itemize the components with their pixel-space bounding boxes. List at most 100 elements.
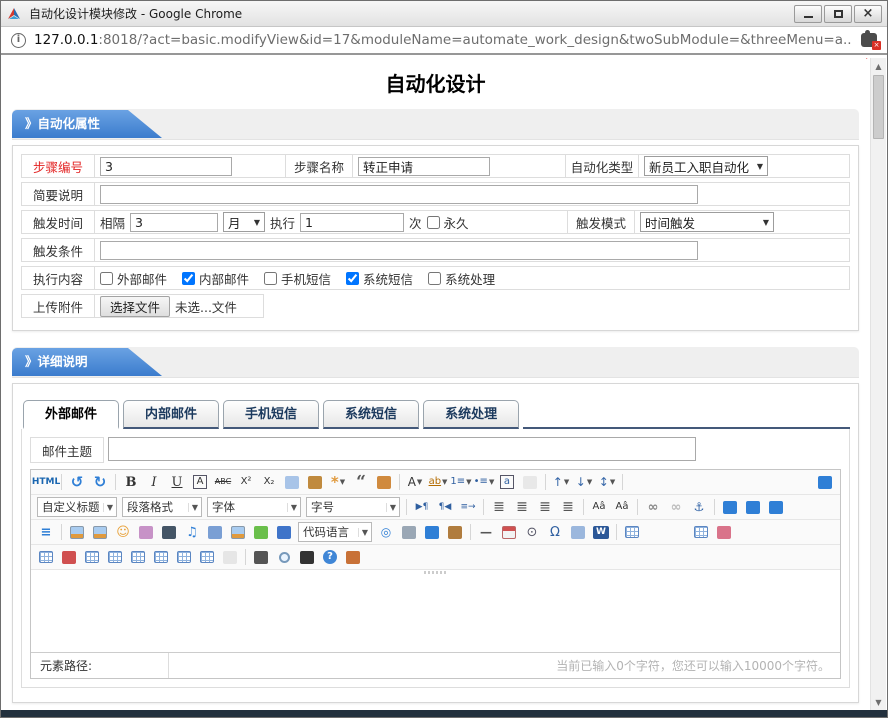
align-center-icon[interactable]: ≣: [511, 497, 533, 517]
editor-resize-grip[interactable]: [424, 571, 448, 574]
emoticon-icon[interactable]: ☺: [112, 522, 134, 542]
find-replace-icon[interactable]: [296, 547, 318, 567]
html-source-icon[interactable]: HTML: [35, 472, 57, 492]
paragraph-before-space-icon[interactable]: ↑▼: [550, 472, 572, 492]
trigger-mode-select[interactable]: 时间触发▼: [640, 212, 774, 232]
extension-puzzle-icon[interactable]: ×: [861, 33, 877, 47]
highlight-color-icon[interactable]: ab▼: [427, 472, 449, 492]
template-icon[interactable]: [421, 522, 443, 542]
rtl-icon[interactable]: ¶◀: [434, 497, 456, 517]
line-height-icon[interactable]: ↕▼: [596, 472, 618, 492]
step-no-input[interactable]: [100, 157, 232, 176]
editor-body[interactable]: [31, 570, 840, 652]
unlink-icon[interactable]: ∞: [665, 497, 687, 517]
anchor-icon[interactable]: ⚓: [688, 497, 710, 517]
delete-row-icon[interactable]: [58, 547, 80, 567]
vertical-scrollbar[interactable]: ▲ ▼: [870, 58, 886, 710]
exec-option-4[interactable]: 系统短信: [346, 269, 413, 288]
fullscreen-icon[interactable]: [814, 472, 836, 492]
exec-option-1[interactable]: 外部邮件: [100, 269, 167, 288]
auto-type-select[interactable]: 新员工入职自动化▼: [644, 156, 768, 176]
code-language-select[interactable]: 代码语言▼: [298, 522, 372, 542]
embed-media-icon[interactable]: [273, 522, 295, 542]
exec-option-3[interactable]: 手机短信: [264, 269, 331, 288]
insert-image-icon[interactable]: [66, 522, 88, 542]
insert-date-icon[interactable]: [498, 522, 520, 542]
split-col-icon[interactable]: [196, 547, 218, 567]
insert-music-icon[interactable]: ♫: [181, 522, 203, 542]
insert-col-right-icon[interactable]: [104, 547, 126, 567]
insert-table-icon[interactable]: [621, 522, 643, 542]
tab-4[interactable]: 系统短信: [323, 400, 419, 429]
special-char-icon[interactable]: Ω: [544, 522, 566, 542]
url-text[interactable]: 127.0.0.1:8018/?act=basic.modifyView&id=…: [34, 32, 853, 48]
site-info-icon[interactable]: i: [11, 33, 26, 48]
scroll-down-icon[interactable]: ▼: [871, 694, 886, 710]
insert-col-left-icon[interactable]: [35, 547, 57, 567]
choose-file-button[interactable]: 选择文件: [100, 296, 170, 317]
attachment-icon[interactable]: [204, 522, 226, 542]
insert-code-icon[interactable]: ◎: [375, 522, 397, 542]
italic-icon[interactable]: I: [143, 472, 165, 492]
tab-3[interactable]: 手机短信: [223, 400, 319, 429]
paragraph-format-select[interactable]: 段落格式▼: [122, 497, 202, 517]
exec-option-5[interactable]: 系统处理: [428, 269, 495, 288]
word-import-icon[interactable]: W: [590, 522, 612, 542]
paste-icon[interactable]: [342, 547, 364, 567]
scrollbar-thumb[interactable]: [873, 75, 884, 139]
align-right-icon[interactable]: ≣: [534, 497, 556, 517]
remote-image-icon[interactable]: [444, 522, 466, 542]
link-icon[interactable]: ∞: [642, 497, 664, 517]
minimize-button[interactable]: [794, 5, 822, 23]
paragraph-after-space-icon[interactable]: ↓▼: [573, 472, 595, 492]
address-bar[interactable]: i 127.0.0.1:8018/?act=basic.modifyView&i…: [1, 27, 887, 55]
custom-title-select[interactable]: 自定义标题▼: [37, 497, 117, 517]
exec-option-checkbox[interactable]: [428, 272, 441, 285]
ordered-list-icon[interactable]: 1≡▼: [450, 472, 472, 492]
multi-image-icon[interactable]: [89, 522, 111, 542]
forever-checkbox-input[interactable]: [427, 216, 440, 229]
anchor-a-icon[interactable]: a: [496, 472, 518, 492]
font-family-select[interactable]: 字体▼: [207, 497, 301, 517]
eraser-icon[interactable]: [281, 472, 303, 492]
insert-row-below-icon[interactable]: [127, 547, 149, 567]
exec-option-checkbox[interactable]: [100, 272, 113, 285]
forever-checkbox[interactable]: 永久: [427, 213, 469, 232]
tab-1[interactable]: 外部邮件: [23, 400, 119, 429]
new-doc-icon[interactable]: [519, 472, 541, 492]
tab-2[interactable]: 内部邮件: [123, 400, 219, 429]
font-size-select[interactable]: 字号▼: [306, 497, 400, 517]
scroll-up-icon[interactable]: ▲: [871, 58, 886, 74]
interval-unit-select[interactable]: 月▼: [223, 212, 265, 232]
subscript-icon[interactable]: X₂: [258, 472, 280, 492]
undo-icon[interactable]: ↺: [66, 472, 88, 492]
indent-icon[interactable]: ≡→: [457, 497, 479, 517]
screenshot-icon[interactable]: [567, 522, 589, 542]
split-row-icon[interactable]: [173, 547, 195, 567]
pagebreak-icon[interactable]: [398, 522, 420, 542]
insert-row-above-icon[interactable]: [690, 522, 712, 542]
table-properties-icon[interactable]: [667, 522, 689, 542]
exec-option-checkbox[interactable]: [346, 272, 359, 285]
strikethrough-icon[interactable]: ABC: [212, 472, 234, 492]
align-justify-icon[interactable]: ≣: [557, 497, 579, 517]
autotypeset-icon[interactable]: *▼: [327, 472, 349, 492]
superscript-icon[interactable]: X²: [235, 472, 257, 492]
brief-input[interactable]: [100, 185, 698, 204]
to-lowercase-icon[interactable]: Aâ: [611, 497, 633, 517]
insert-flash-icon[interactable]: [250, 522, 272, 542]
help-icon[interactable]: ?: [319, 547, 341, 567]
align-left-icon[interactable]: ≣: [488, 497, 510, 517]
format-brush-icon[interactable]: [304, 472, 326, 492]
delete-table-icon[interactable]: [644, 522, 666, 542]
disabled-doc-icon[interactable]: [219, 547, 241, 567]
split-cell-icon[interactable]: [150, 547, 172, 567]
condition-input[interactable]: [100, 241, 698, 260]
exec-option-checkbox[interactable]: [182, 272, 195, 285]
image-inline-icon[interactable]: [765, 497, 787, 517]
subject-input[interactable]: [108, 437, 696, 461]
paste-text-icon[interactable]: [373, 472, 395, 492]
page-top-icon[interactable]: ≡: [35, 522, 57, 542]
preview-icon[interactable]: [273, 547, 295, 567]
graffiti-icon[interactable]: [135, 522, 157, 542]
